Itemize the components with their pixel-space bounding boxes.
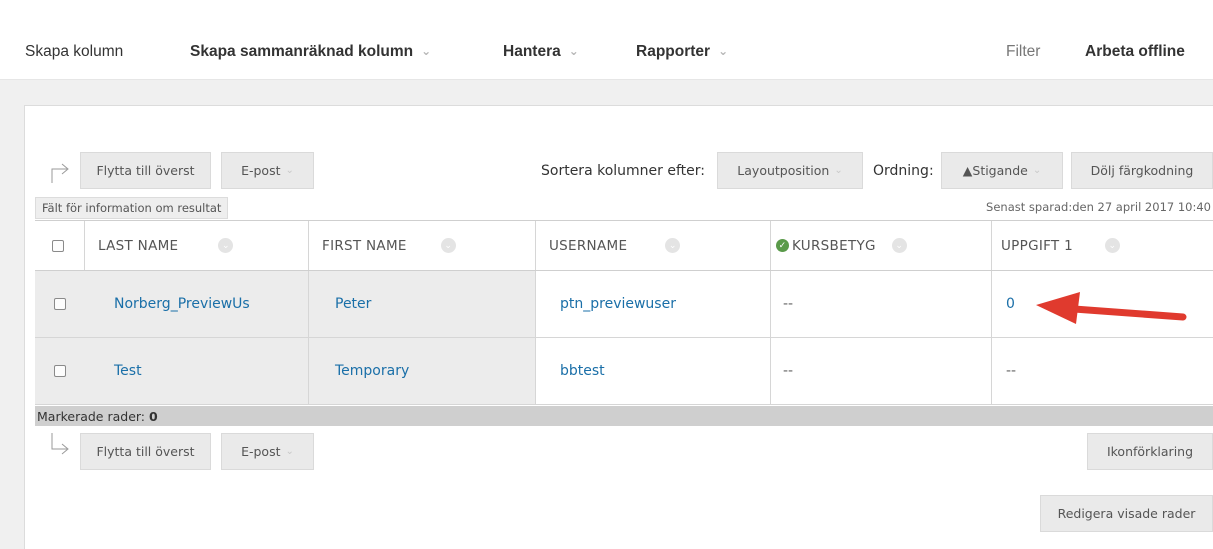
course-grade-value: -- xyxy=(783,363,794,379)
column-menu-icon[interactable]: ⌄ xyxy=(440,238,456,253)
work-offline-menu[interactable]: Arbeta offline xyxy=(1085,43,1185,61)
sort-columns-value: Layoutposition xyxy=(737,163,830,178)
column-divider xyxy=(991,221,992,270)
reports-menu[interactable]: Rapporter ⌄ xyxy=(636,43,728,61)
icon-legend-label: Ikonförklaring xyxy=(1106,444,1194,459)
email-button[interactable]: E-post ⌄ xyxy=(221,152,314,189)
column-divider xyxy=(84,221,85,270)
cell-course-grade[interactable]: -- xyxy=(771,338,991,404)
cell-course-grade[interactable]: -- xyxy=(771,271,991,337)
filter-link[interactable]: Filter xyxy=(1006,43,1040,61)
order-label: Ordning: xyxy=(873,163,934,179)
row-select-cell xyxy=(35,271,84,337)
order-select[interactable]: ▲Stigande ⌄ xyxy=(941,152,1063,189)
move-to-top-arrow-icon xyxy=(51,163,69,183)
column-menu-icon[interactable]: ⌄ xyxy=(891,238,907,253)
header-course-grade[interactable]: ✓ KURSBETYG ⌄ xyxy=(776,221,976,270)
email-label: E-post xyxy=(241,444,281,459)
header-last-name[interactable]: LAST NAME ⌄ xyxy=(98,221,298,270)
hide-color-coding-button[interactable]: Dölj färgkodning xyxy=(1071,152,1213,189)
course-grade-label: KURSBETYG xyxy=(792,237,876,254)
row-select-cell xyxy=(35,338,84,404)
username-value: ptn_previewuser xyxy=(560,296,676,312)
course-grade-value: -- xyxy=(783,296,794,312)
column-divider xyxy=(535,221,536,270)
cell-first-name[interactable]: Peter xyxy=(309,271,535,337)
edit-displayed-rows-label: Redigera visade rader xyxy=(1057,506,1196,521)
move-to-top-label: Flytta till överst xyxy=(96,444,195,459)
cell-first-name[interactable]: Temporary xyxy=(309,338,535,404)
username-label: USERNAME xyxy=(549,237,628,254)
first-name-label: FIRST NAME xyxy=(322,237,407,254)
column-menu-icon[interactable]: ⌄ xyxy=(1104,238,1120,253)
select-all-cell xyxy=(52,221,72,270)
last-name-value: Test xyxy=(114,363,142,379)
last-name-label: LAST NAME xyxy=(98,237,179,254)
header-first-name[interactable]: FIRST NAME ⌄ xyxy=(322,221,522,270)
sort-columns-select[interactable]: Layoutposition ⌄ xyxy=(717,152,863,189)
create-calculated-column-menu[interactable]: Skapa sammanräknad kolumn ⌄ xyxy=(190,43,431,61)
move-to-top-button-bottom[interactable]: Flytta till överst xyxy=(80,433,211,470)
first-name-value: Temporary xyxy=(335,363,410,379)
move-to-top-button[interactable]: Flytta till överst xyxy=(80,152,211,189)
result-info-tag: Fält för information om resultat xyxy=(35,197,229,219)
header-username[interactable]: USERNAME ⌄ xyxy=(549,221,749,270)
annotation-arrow-icon xyxy=(1036,292,1187,324)
chevron-down-icon: ⌄ xyxy=(421,44,432,58)
marked-rows-count: 0 xyxy=(149,408,158,424)
row-checkbox[interactable] xyxy=(53,298,66,310)
action-bar: Skapa kolumn Skapa sammanräknad kolumn ⌄ … xyxy=(0,0,1213,80)
marked-rows-label: Markerade rader: xyxy=(37,408,146,424)
assignment1-value: -- xyxy=(1006,363,1017,379)
order-value: ▲Stigande xyxy=(962,163,1028,178)
column-menu-icon[interactable]: ⌄ xyxy=(665,238,681,253)
cell-username[interactable]: bbtest xyxy=(536,338,770,404)
chevron-down-icon: ⌄ xyxy=(834,165,843,176)
chevron-down-icon: ⌄ xyxy=(285,165,294,176)
assignment1-label: UPPGIFT 1 xyxy=(1001,237,1073,254)
cell-last-name[interactable]: Norberg_PreviewUs xyxy=(84,271,308,337)
email-label: E-post xyxy=(241,163,281,178)
username-value: bbtest xyxy=(560,363,605,379)
column-menu-icon[interactable]: ⌄ xyxy=(218,238,234,253)
cell-assignment1[interactable]: -- xyxy=(992,338,1213,404)
cell-last-name[interactable]: Test xyxy=(84,338,308,404)
table-row: Test Temporary bbtest -- -- xyxy=(35,338,1213,405)
chevron-down-icon: ⌄ xyxy=(718,44,729,58)
manage-menu[interactable]: Hantera ⌄ xyxy=(503,43,579,61)
create-calculated-column-label: Skapa sammanräknad kolumn xyxy=(190,43,414,60)
select-all-checkbox[interactable] xyxy=(52,239,64,252)
manage-label: Hantera xyxy=(503,43,561,60)
chevron-down-icon: ⌄ xyxy=(1032,165,1042,176)
column-divider xyxy=(770,221,771,270)
column-divider xyxy=(308,221,309,270)
sort-columns-label: Sortera kolumner efter: xyxy=(541,163,705,179)
marked-rows-bar: Markerade rader: 0 xyxy=(35,406,1213,426)
check-icon: ✓ xyxy=(776,239,789,252)
reports-label: Rapporter xyxy=(636,43,711,60)
last-name-value: Norberg_PreviewUs xyxy=(114,296,250,312)
assignment1-value: 0 xyxy=(1006,296,1015,312)
icon-legend-button[interactable]: Ikonförklaring xyxy=(1087,433,1213,470)
move-to-top-arrow-icon xyxy=(51,433,69,455)
grid-header-row: LAST NAME ⌄ FIRST NAME ⌄ USERNAME ⌄ ✓ KURSBE… xyxy=(35,220,1213,271)
email-button-bottom[interactable]: E-post ⌄ xyxy=(221,433,314,470)
cell-username[interactable]: ptn_previewuser xyxy=(536,271,770,337)
row-checkbox[interactable] xyxy=(53,365,66,377)
move-to-top-label: Flytta till överst xyxy=(96,163,195,178)
header-assignment1[interactable]: UPPGIFT 1 ⌄ xyxy=(1001,221,1201,270)
chevron-down-icon: ⌄ xyxy=(568,44,579,58)
create-column-link[interactable]: Skapa kolumn xyxy=(25,43,123,61)
first-name-value: Peter xyxy=(335,296,372,312)
edit-displayed-rows-button[interactable]: Redigera visade rader xyxy=(1040,495,1213,532)
last-saved-text: Senast sparad:den 27 april 2017 10:40 xyxy=(986,200,1211,214)
chevron-down-icon: ⌄ xyxy=(285,446,294,457)
hide-color-coding-label: Dölj färgkodning xyxy=(1090,163,1194,178)
